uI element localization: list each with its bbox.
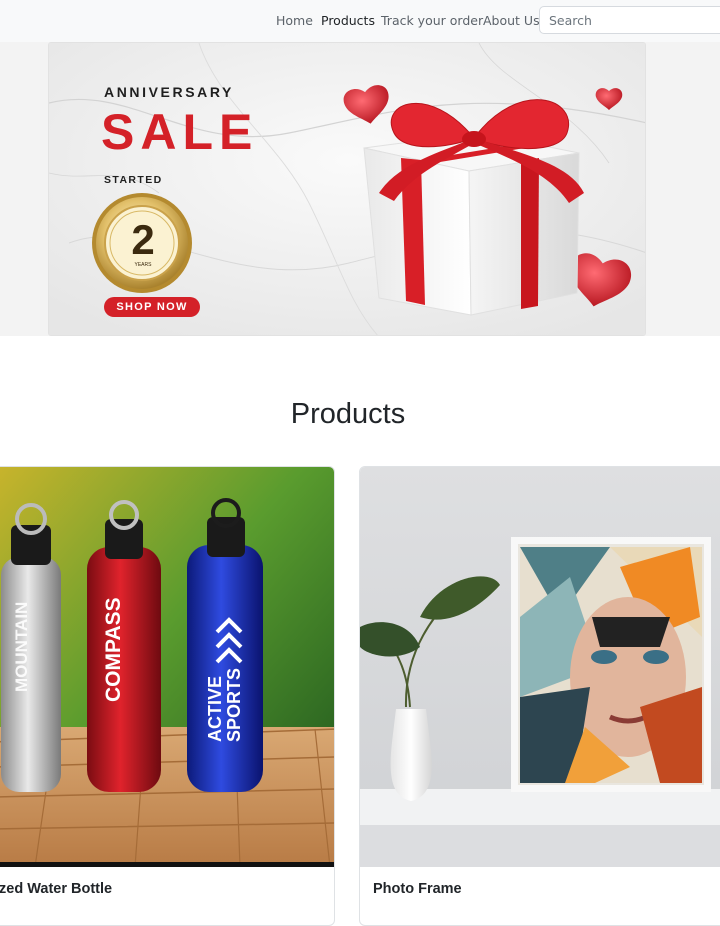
gift-box-illustration — [363, 99, 584, 316]
promo-banner[interactable]: ANNIVERSARY SALE STARTED 2 YEARS SHOP NO… — [48, 42, 646, 336]
section-title: Products — [290, 398, 406, 430]
nav-link-track-order[interactable]: Track your order — [381, 13, 483, 28]
banner-subtext: STARTED — [104, 174, 163, 186]
shop-now-button[interactable]: SHOP NOW — [104, 297, 200, 317]
nav-link-home[interactable]: Home — [276, 13, 313, 28]
product-image-photo-frame — [360, 467, 720, 867]
banner-eyebrow-text: ANNIVERSARY — [104, 84, 234, 100]
banner-headline: SALE — [101, 104, 259, 160]
seal-number: 2 — [131, 216, 155, 263]
bottle-logo-text: ACTIVE — [205, 676, 225, 742]
bottle-logo-text: MOUNTAIN — [12, 602, 31, 692]
product-title[interactable]: Photo Frame — [373, 881, 462, 897]
product-card[interactable]: MOUNTAIN COMPASS ACTIVE SPORTS ized Wate… — [0, 466, 335, 926]
bottle-logo-text: COMPASS — [102, 597, 125, 702]
product-image-water-bottles: MOUNTAIN COMPASS ACTIVE SPORTS — [0, 467, 334, 867]
navbar: Home Products Track your order About Us — [0, 0, 720, 42]
nav-link-about-us[interactable]: About Us — [483, 13, 540, 28]
product-title[interactable]: ized Water Bottle — [0, 881, 112, 897]
product-card[interactable]: Photo Frame — [359, 466, 720, 926]
seal-years-text: YEARS — [134, 262, 152, 268]
nav-link-products[interactable]: Products — [321, 13, 375, 28]
search-input[interactable] — [539, 6, 720, 34]
bottle-logo-text: SPORTS — [224, 668, 244, 742]
